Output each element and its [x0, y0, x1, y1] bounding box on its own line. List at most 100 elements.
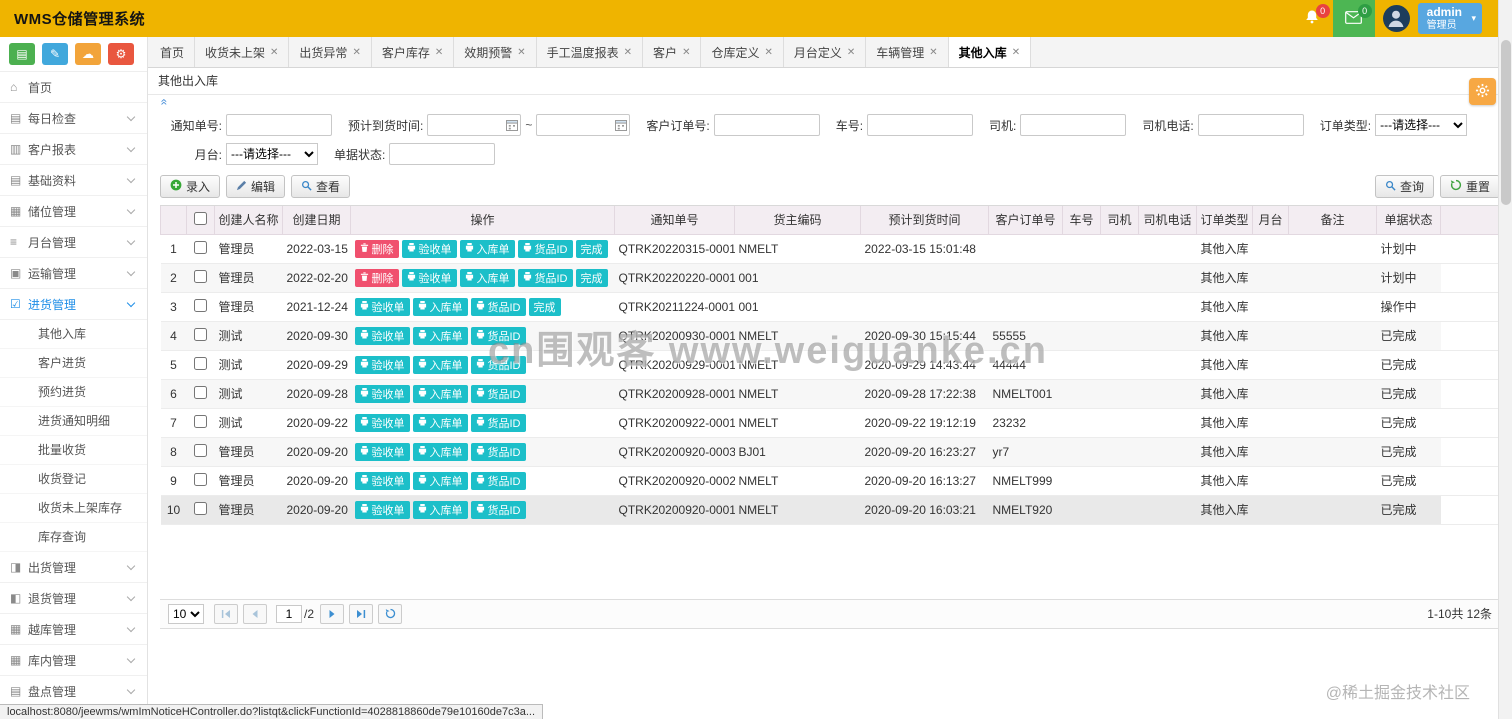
- row-checkbox[interactable]: [194, 443, 207, 457]
- table-row[interactable]: 7 测试 2020-09-22 验收单 入库单 货品ID QTRK20200922-0001…: [160, 408, 1500, 438]
- next-page-button[interactable]: [320, 603, 345, 624]
- tab[interactable]: 手工温度报表 ✕: [537, 37, 644, 67]
- search-button[interactable]: 查询: [1374, 175, 1434, 198]
- close-icon[interactable]: ✕: [270, 47, 278, 58]
- select-all-header[interactable]: [186, 206, 215, 235]
- receipt-doc-button[interactable]: 验收单: [354, 500, 410, 519]
- inbound-doc-button[interactable]: 入库单: [412, 355, 468, 374]
- inbound-doc-button[interactable]: 入库单: [412, 471, 468, 490]
- view-button[interactable]: 查看: [291, 175, 351, 198]
- item-id-button[interactable]: 货品ID: [470, 326, 526, 345]
- first-page-button[interactable]: [214, 603, 238, 624]
- table-row[interactable]: 3 管理员 2021-12-24 验收单 入库单 货品ID 完成 QTRK20211224-0…: [160, 292, 1500, 322]
- filter-input[interactable]: [867, 114, 974, 136]
- receipt-doc-button[interactable]: 验收单: [354, 355, 410, 374]
- pencil-button[interactable]: ✎: [42, 43, 68, 65]
- page-number-input[interactable]: [276, 604, 302, 623]
- select-all-checkbox[interactable]: [194, 211, 207, 225]
- close-icon[interactable]: ✕: [847, 47, 855, 58]
- sidebar-item[interactable]: ◧ 退货管理: [0, 583, 147, 614]
- close-icon[interactable]: ✕: [352, 47, 360, 58]
- sidebar-subitem[interactable]: 库存查询: [0, 523, 147, 552]
- row-checkbox[interactable]: [194, 414, 207, 428]
- sidebar-subitem[interactable]: 收货未上架库存: [0, 494, 147, 523]
- scrollbar-thumb[interactable]: [1501, 40, 1511, 205]
- sidebar-subitem[interactable]: 其他入库: [0, 320, 147, 349]
- tab[interactable]: 仓库定义 ✕: [701, 37, 784, 67]
- reset-button[interactable]: 重置: [1439, 175, 1500, 198]
- sidebar-subitem[interactable]: 批量收货: [0, 436, 147, 465]
- tab[interactable]: 月台定义 ✕: [784, 37, 867, 67]
- filter-select[interactable]: ---请选择---: [226, 143, 318, 165]
- sidebar-item[interactable]: ⌂ 首页: [0, 72, 147, 103]
- sidebar-item[interactable]: ▦ 越库管理: [0, 614, 147, 645]
- item-id-button[interactable]: 货品ID: [517, 239, 573, 258]
- complete-button[interactable]: 完成: [575, 268, 608, 287]
- row-checkbox[interactable]: [194, 385, 207, 399]
- inbound-doc-button[interactable]: 入库单: [412, 326, 468, 345]
- prev-page-button[interactable]: [243, 603, 267, 624]
- row-checkbox[interactable]: [194, 269, 207, 283]
- row-checkbox[interactable]: [194, 356, 207, 370]
- item-id-button[interactable]: 货品ID: [470, 413, 526, 432]
- close-icon[interactable]: ✕: [624, 47, 632, 58]
- table-row[interactable]: 2 管理员 2022-02-20 删除 验收单 入库单 货品ID 完成 QTRK20220220…: [160, 263, 1500, 293]
- filter-select[interactable]: ---请选择---: [1375, 114, 1468, 136]
- sidebar-item[interactable]: ▥ 客户报表: [0, 134, 147, 165]
- sidebar-item[interactable]: ≡ 月台管理: [0, 227, 147, 258]
- sidebar-item[interactable]: ▦ 储位管理: [0, 196, 147, 227]
- sidebar-item[interactable]: ▤ 盘点管理: [0, 676, 147, 707]
- close-icon[interactable]: ✕: [682, 47, 690, 58]
- collapse-icon[interactable]: «: [157, 99, 171, 106]
- item-id-button[interactable]: 货品ID: [470, 384, 526, 403]
- receipt-doc-button[interactable]: 验收单: [354, 442, 410, 461]
- add-button[interactable]: 录入: [160, 175, 221, 198]
- close-icon[interactable]: ✕: [1012, 47, 1020, 58]
- avatar[interactable]: [1382, 5, 1410, 32]
- receipt-doc-button[interactable]: 验收单: [354, 326, 410, 345]
- inbound-doc-button[interactable]: 入库单: [412, 413, 468, 432]
- table-row[interactable]: 10 管理员 2020-09-20 验收单 入库单 货品ID QTRK20200920-00…: [160, 495, 1500, 525]
- table-row[interactable]: 9 管理员 2020-09-20 验收单 入库单 货品ID QTRK20200920-000…: [160, 466, 1500, 496]
- inbound-doc-button[interactable]: 入库单: [412, 384, 468, 403]
- item-id-button[interactable]: 货品ID: [470, 500, 526, 519]
- filter-input[interactable]: [389, 143, 496, 165]
- sidebar-item[interactable]: ▤ 基础资料: [0, 165, 147, 196]
- edit-button[interactable]: 编辑: [226, 175, 286, 198]
- refresh-button[interactable]: [378, 603, 403, 624]
- tab[interactable]: 车辆管理 ✕: [866, 37, 949, 67]
- vertical-scrollbar[interactable]: [1498, 0, 1512, 719]
- item-id-button[interactable]: 货品ID: [470, 355, 526, 374]
- table-row[interactable]: 6 测试 2020-09-28 验收单 入库单 货品ID QTRK20200928-0001…: [160, 379, 1500, 409]
- last-page-button[interactable]: [349, 603, 374, 624]
- filter-input[interactable]: [1020, 114, 1127, 136]
- delete-button[interactable]: 删除: [354, 239, 399, 258]
- sidebar-subitem[interactable]: 进货通知明细: [0, 407, 147, 436]
- inbound-doc-button[interactable]: 入库单: [412, 500, 468, 519]
- item-id-button[interactable]: 货品ID: [470, 442, 526, 461]
- sidebar-subitem[interactable]: 客户进货: [0, 349, 147, 378]
- tab[interactable]: 客户 ✕: [643, 37, 702, 67]
- receipt-doc-button[interactable]: 验收单: [354, 413, 410, 432]
- close-icon[interactable]: ✕: [764, 47, 772, 58]
- table-row[interactable]: 4 测试 2020-09-30 验收单 入库单 货品ID QTRK20200930-0001…: [160, 321, 1500, 351]
- filter-input[interactable]: [1197, 114, 1304, 136]
- filter-input[interactable]: [713, 114, 820, 136]
- close-icon[interactable]: ✕: [435, 47, 443, 58]
- sidebar-item[interactable]: ▣ 运输管理: [0, 258, 147, 289]
- complete-button[interactable]: 完成: [575, 239, 608, 258]
- delete-button[interactable]: 删除: [354, 268, 399, 287]
- sidebar-item[interactable]: ▤ 每日检查: [0, 103, 147, 134]
- item-id-button[interactable]: 货品ID: [470, 297, 526, 316]
- inbound-doc-button[interactable]: 入库单: [459, 268, 515, 287]
- bird-button[interactable]: ☁: [75, 43, 101, 65]
- receipt-doc-button[interactable]: 验收单: [401, 268, 457, 287]
- complete-button[interactable]: 完成: [528, 297, 561, 316]
- tab[interactable]: 效期预警 ✕: [454, 37, 537, 67]
- row-checkbox[interactable]: [194, 501, 207, 515]
- inbound-doc-button[interactable]: 入库单: [412, 442, 468, 461]
- receipt-doc-button[interactable]: 验收单: [354, 471, 410, 490]
- inbound-doc-button[interactable]: 入库单: [459, 239, 515, 258]
- row-checkbox[interactable]: [194, 298, 207, 312]
- sidebar-item[interactable]: ▦ 库内管理: [0, 645, 147, 676]
